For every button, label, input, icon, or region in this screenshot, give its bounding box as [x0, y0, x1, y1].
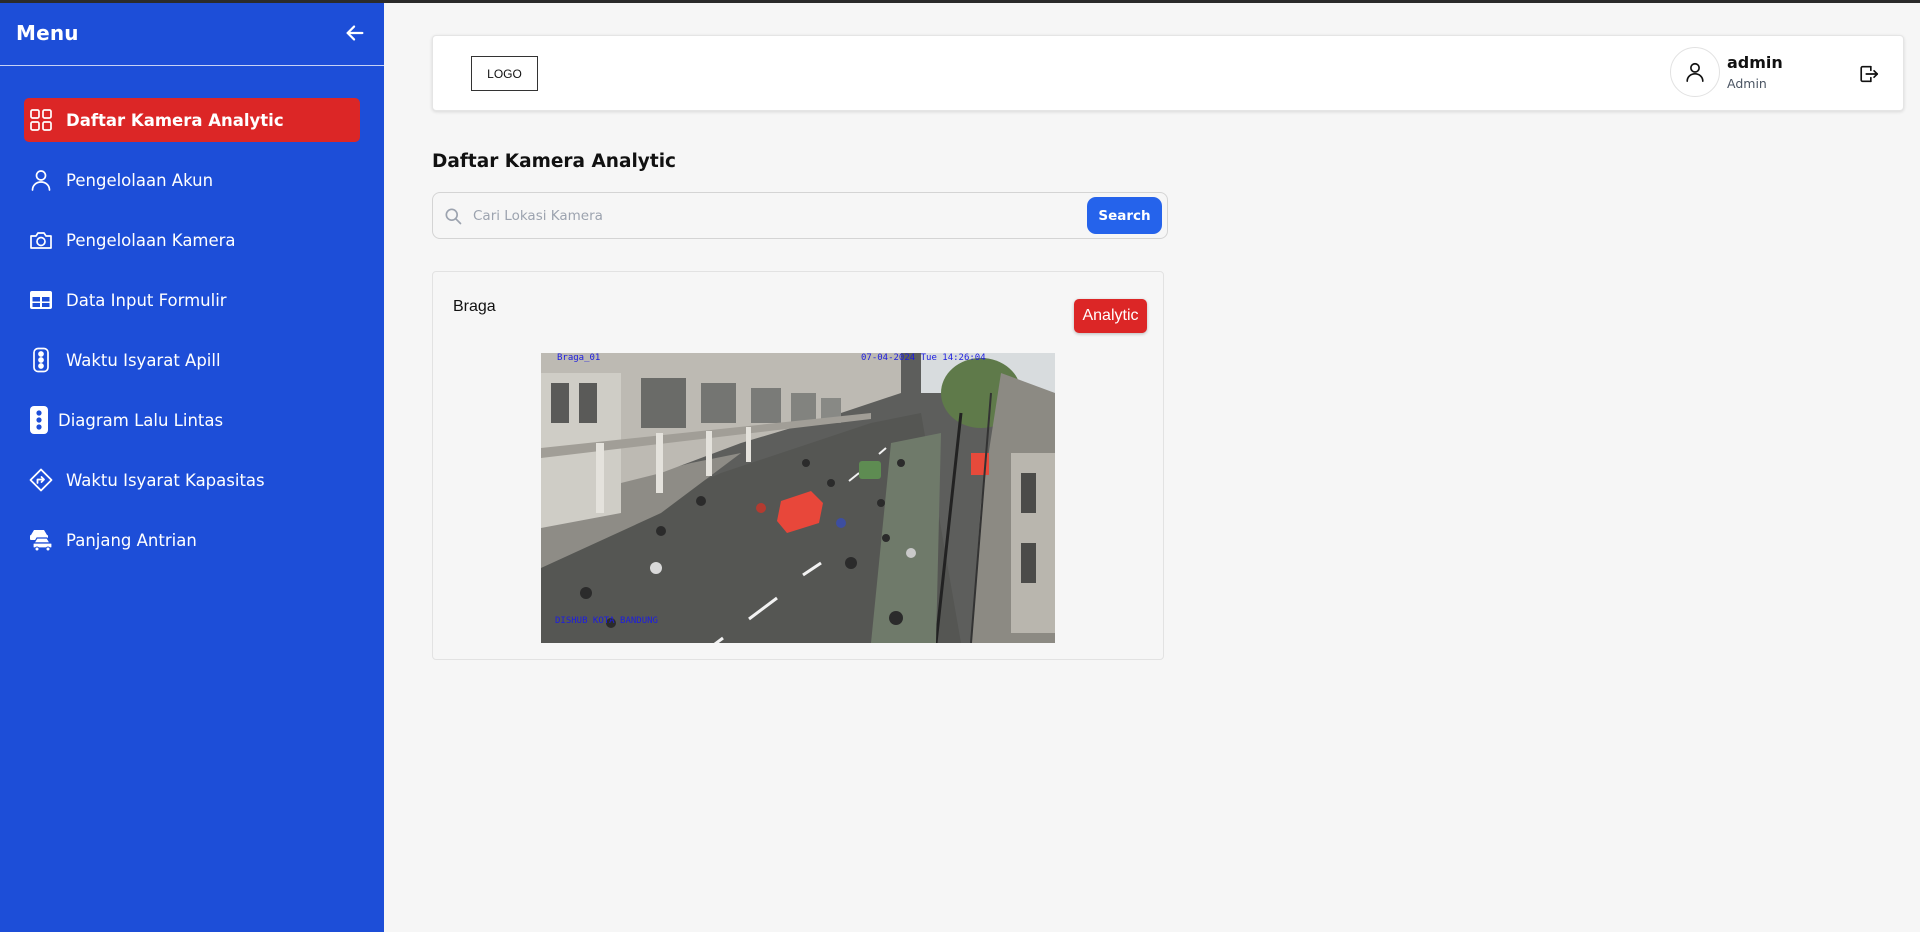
sidebar: Menu Daftar Kamera Analytic Pengelolaan … [0, 0, 384, 932]
directions-sign-icon [28, 467, 54, 493]
logout-icon [1860, 65, 1879, 83]
traffic-light-icon [26, 406, 52, 434]
sidebar-item-label: Panjang Antrian [66, 530, 197, 550]
camera-name: Braga [453, 298, 496, 315]
camera-feed[interactable]: Braga_01 07-04-2024 Tue 14:26:04 DISHUB … [541, 353, 1055, 643]
top-header: LOGO admin Admin [432, 35, 1904, 111]
sidebar-item-panjang-antrian[interactable]: Panjang Antrian [24, 518, 360, 562]
arrow-left-icon [346, 24, 364, 41]
sidebar-item-label: Daftar Kamera Analytic [66, 110, 284, 130]
sidebar-item-data-input-formulir[interactable]: Data Input Formulir [24, 278, 360, 322]
sidebar-item-label: Data Input Formulir [66, 290, 227, 310]
camera-feed-image: Braga_01 07-04-2024 Tue 14:26:04 DISHUB … [541, 353, 1055, 643]
analytic-button[interactable]: Analytic [1074, 299, 1147, 333]
car-queue-icon [28, 527, 54, 553]
sidebar-nav: Daftar Kamera Analytic Pengelolaan Akun … [0, 66, 384, 562]
camera-card: Braga Analytic Braga_01 07-04-2024 Tue 1… [432, 271, 1164, 660]
feed-camera-label: Braga_01 [557, 353, 600, 363]
sidebar-item-label: Waktu Isyarat Apill [66, 350, 221, 370]
user-avatar[interactable] [1670, 47, 1720, 97]
sidebar-collapse-button[interactable] [342, 20, 368, 46]
user-name: admin [1727, 53, 1783, 72]
user-icon [1686, 62, 1704, 82]
sidebar-header: Menu [0, 0, 384, 66]
sidebar-item-pengelolaan-kamera[interactable]: Pengelolaan Kamera [24, 218, 360, 262]
feed-watermark: DISHUB KOTA BANDUNG [555, 616, 658, 626]
sidebar-item-label: Waktu Isyarat Kapasitas [66, 470, 265, 490]
sidebar-item-pengelolaan-akun[interactable]: Pengelolaan Akun [24, 158, 360, 202]
grid-icon [28, 107, 54, 133]
feed-timestamp: 07-04-2024 Tue 14:26:04 [861, 353, 986, 363]
user-role: Admin [1727, 76, 1767, 91]
table-icon [28, 287, 54, 313]
sidebar-item-label: Diagram Lalu Lintas [58, 410, 224, 430]
search-bar: Search [432, 192, 1168, 239]
sidebar-item-waktu-isyarat-kapasitas[interactable]: Waktu Isyarat Kapasitas [24, 458, 360, 502]
search-button[interactable]: Search [1087, 197, 1162, 234]
search-icon [445, 208, 462, 225]
logo: LOGO [471, 56, 538, 91]
traffic-light-outline-icon [28, 347, 54, 373]
sidebar-item-label: Pengelolaan Akun [66, 170, 214, 190]
user-icon [28, 167, 54, 193]
sidebar-item-daftar-kamera-analytic[interactable]: Daftar Kamera Analytic [24, 98, 360, 142]
search-input[interactable] [473, 201, 1073, 231]
logout-button[interactable] [1857, 62, 1881, 86]
sidebar-item-diagram-lalu-lintas[interactable]: Diagram Lalu Lintas [22, 398, 360, 442]
camera-icon [28, 227, 54, 253]
sidebar-item-label: Pengelolaan Kamera [66, 230, 236, 250]
sidebar-item-waktu-isyarat-apill[interactable]: Waktu Isyarat Apill [24, 338, 360, 382]
window-top-border [0, 0, 1920, 3]
sidebar-title: Menu [16, 20, 79, 45]
page-title: Daftar Kamera Analytic [432, 151, 676, 172]
